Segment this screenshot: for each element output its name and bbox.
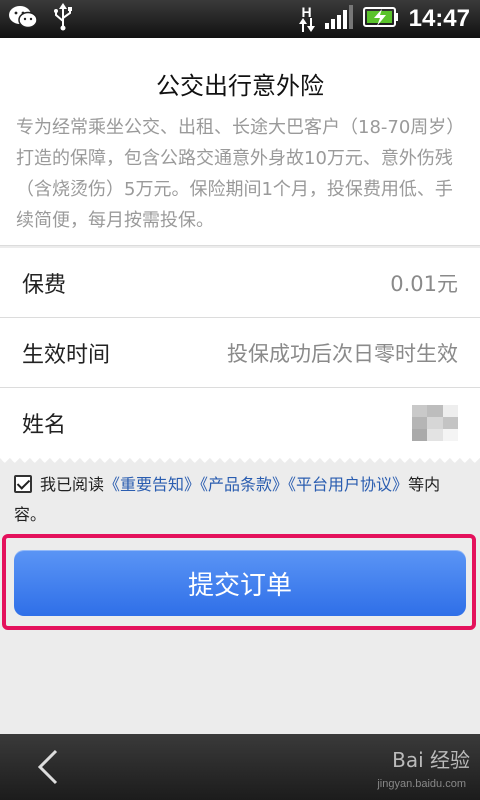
product-terms-link[interactable]: 《产品条款》 xyxy=(200,475,288,494)
name-label: 姓名 xyxy=(22,413,67,438)
user-agreement-link[interactable]: 《平台用户协议》 xyxy=(288,475,408,494)
effective-time-row: 生效时间 投保成功后次日零时生效 xyxy=(0,318,480,388)
signal-icon xyxy=(324,5,353,33)
blurred-name-value xyxy=(412,405,458,441)
network-arrows-icon: H xyxy=(298,5,315,33)
agreement-checkbox[interactable] xyxy=(14,475,32,493)
bottom-nav-bar: Bai 经验 jingyan.baidu.com xyxy=(0,734,480,800)
product-description: 专为经常乘坐公交、出租、长途大巴客户（18-70周岁）打造的保障，包含公路交通意… xyxy=(16,117,456,231)
product-intro: 公交出行意外险 专为经常乘坐公交、出租、长途大巴客户（18-70周岁）打造的保障… xyxy=(0,38,480,246)
submit-order-button[interactable]: 提交订单 xyxy=(14,550,466,616)
usb-icon xyxy=(52,3,74,35)
wechat-icon xyxy=(8,4,38,34)
premium-row: 保费 0.01元 xyxy=(0,248,480,318)
zigzag-divider xyxy=(0,458,480,468)
agreement-block: 我已阅读《重要告知》《产品条款》《平台用户协议》等内容。 xyxy=(14,470,464,530)
premium-value: 0.01元 xyxy=(390,271,458,296)
page-title: 公交出行意外险 xyxy=(156,72,324,100)
name-row[interactable]: 姓名 xyxy=(0,388,480,458)
premium-label: 保费 xyxy=(22,272,67,298)
effective-time-label: 生效时间 xyxy=(22,342,111,368)
status-bar: H 14:47 xyxy=(0,0,480,38)
watermark: Bai 经验 xyxy=(392,748,470,772)
effective-time-value: 投保成功后次日零时生效 xyxy=(227,341,458,366)
important-notice-link[interactable]: 《重要告知》 xyxy=(104,475,200,494)
battery-charging-icon xyxy=(362,6,399,32)
watermark-sub: jingyan.baidu.com xyxy=(377,778,466,790)
clock: 14:47 xyxy=(408,5,470,32)
back-icon[interactable] xyxy=(34,748,62,790)
agreement-prefix: 我已阅读 xyxy=(40,475,105,494)
